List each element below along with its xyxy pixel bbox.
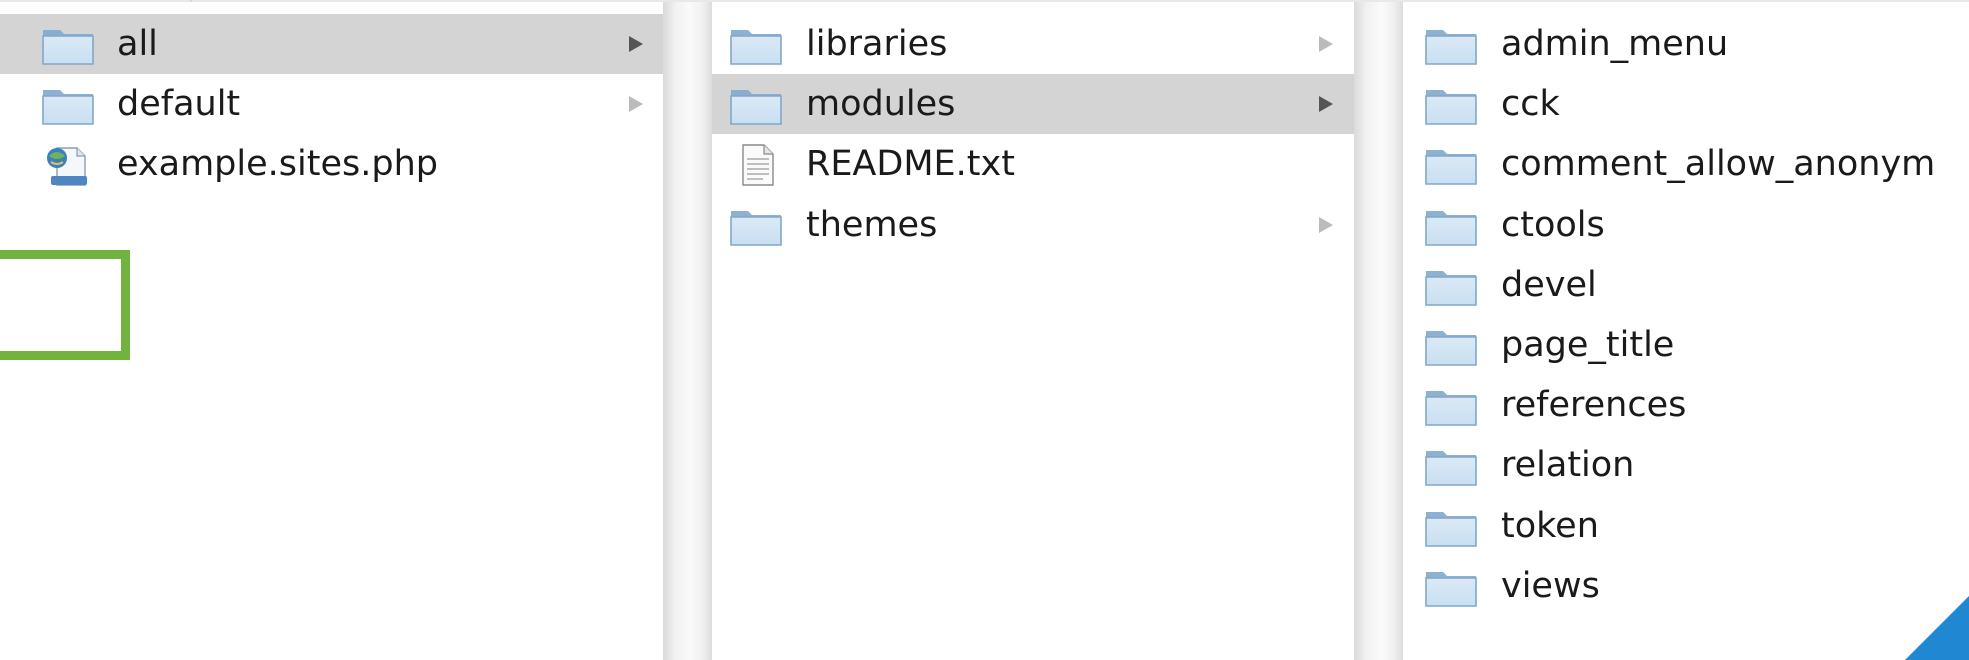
folder-row[interactable]: comment_allow_anonym: [1403, 134, 1969, 194]
folder-icon: [729, 84, 783, 126]
folder-row[interactable]: ctools: [1403, 195, 1969, 255]
item-label: comment_allow_anonym: [1501, 144, 1936, 184]
folder-row[interactable]: libraries: [712, 14, 1354, 74]
folder-row[interactable]: themes: [712, 195, 1354, 255]
folder-icon: [41, 24, 95, 66]
folder-icon: [1424, 84, 1478, 126]
folder-row[interactable]: page_title: [1403, 315, 1969, 375]
item-label: example.sites.php: [117, 144, 438, 184]
item-label: relation: [1501, 445, 1635, 485]
folder-icon: [1424, 566, 1478, 608]
column-browser: all default example.sites.php libraries mod…: [0, 0, 1969, 660]
folder-row[interactable]: default: [0, 74, 663, 134]
folder-icon: [1424, 445, 1478, 487]
corner-triangle-decoration: [1905, 596, 1969, 660]
item-label: views: [1501, 566, 1600, 606]
item-label: libraries: [806, 24, 948, 64]
disclosure-arrow-icon[interactable]: [1314, 14, 1338, 74]
folder-row[interactable]: modules: [712, 74, 1354, 134]
folder-icon: [1424, 385, 1478, 427]
item-label: README.txt: [806, 144, 1015, 184]
folder-row[interactable]: relation: [1403, 435, 1969, 495]
item-label: token: [1501, 506, 1599, 546]
folder-row[interactable]: token: [1403, 496, 1969, 556]
folder-icon: [1424, 325, 1478, 367]
folder-row[interactable]: admin_menu: [1403, 14, 1969, 74]
disclosure-arrow-icon[interactable]: [1314, 74, 1338, 134]
column-modules[interactable]: admin_menucck comment_allow_anonymctools d…: [1403, 2, 1969, 660]
column-all[interactable]: libraries modules README.txt themes: [712, 2, 1354, 660]
folder-icon: [1424, 205, 1478, 247]
folder-row[interactable]: devel: [1403, 255, 1969, 315]
text-file-icon: [729, 144, 783, 186]
item-label: default: [117, 84, 241, 124]
item-label: page_title: [1501, 325, 1675, 365]
item-label: references: [1501, 385, 1687, 425]
folder-icon: [1424, 24, 1478, 66]
highlight-annotation-box: [0, 250, 130, 360]
file-row[interactable]: example.sites.php: [0, 134, 663, 194]
item-label: cck: [1501, 84, 1560, 124]
item-label: ctools: [1501, 205, 1605, 245]
item-label: modules: [806, 84, 956, 124]
item-label: all: [117, 24, 158, 64]
item-label: admin_menu: [1501, 24, 1729, 64]
disclosure-arrow-icon[interactable]: [624, 14, 648, 74]
folder-icon: [1424, 265, 1478, 307]
folder-icon: [41, 84, 95, 126]
disclosure-arrow-icon[interactable]: [624, 74, 648, 134]
folder-icon: [1424, 506, 1478, 548]
folder-icon: [729, 205, 783, 247]
column-divider[interactable]: [663, 2, 712, 660]
disclosure-arrow-icon[interactable]: [1314, 195, 1338, 255]
column-divider[interactable]: [1354, 2, 1403, 660]
folder-row[interactable]: views: [1403, 556, 1969, 616]
folder-row[interactable]: all: [0, 14, 663, 74]
php-file-icon: [41, 144, 95, 186]
item-label: devel: [1501, 265, 1597, 305]
folder-row[interactable]: cck: [1403, 74, 1969, 134]
folder-row[interactable]: references: [1403, 375, 1969, 435]
file-row[interactable]: README.txt: [712, 134, 1354, 194]
item-label: themes: [806, 205, 938, 245]
folder-icon: [1424, 144, 1478, 186]
folder-icon: [729, 24, 783, 66]
